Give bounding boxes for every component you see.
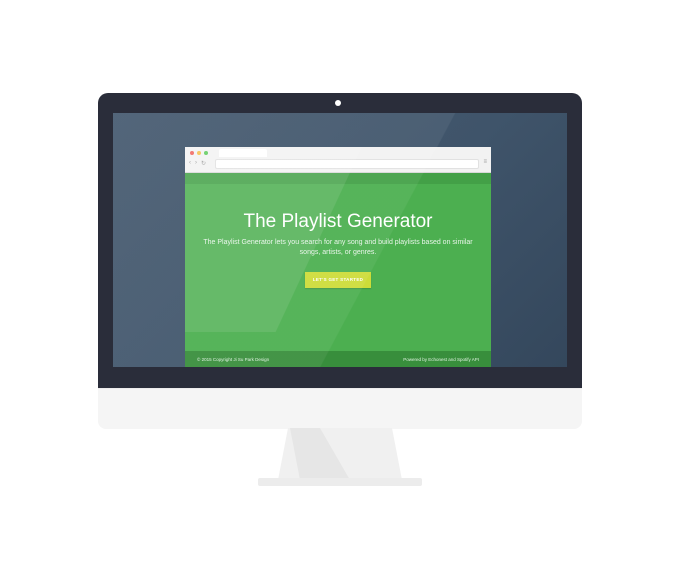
window-controls: [190, 151, 208, 155]
minimize-dot-icon[interactable]: [197, 151, 201, 155]
hero-section: The Playlist Generator The Playlist Gene…: [185, 184, 491, 358]
browser-nav: ‹ › ↻: [189, 160, 206, 167]
camera-icon: [335, 100, 341, 106]
monitor-stand-base: [258, 478, 422, 486]
browser-tab[interactable]: [219, 149, 267, 157]
page-description: The Playlist Generator lets you search f…: [203, 239, 473, 256]
zoom-dot-icon[interactable]: [204, 151, 208, 155]
browser-window: ‹ › ↻ ≡ The Playlist Generator The Playl…: [185, 147, 491, 367]
forward-arrow-icon[interactable]: ›: [195, 160, 197, 167]
back-arrow-icon[interactable]: ‹: [189, 160, 191, 167]
get-started-button[interactable]: LET'S GET STARTED: [305, 272, 371, 288]
reload-icon[interactable]: ↻: [201, 160, 206, 167]
close-dot-icon[interactable]: [190, 151, 194, 155]
browser-chrome: ‹ › ↻ ≡: [185, 147, 491, 173]
monitor-chin: [98, 388, 582, 429]
site-header-bar: [185, 173, 491, 184]
copyright-text: © 2015 Copyright Ji Su Park Design: [197, 357, 270, 362]
site-footer: © 2015 Copyright Ji Su Park Design Power…: [185, 351, 491, 367]
address-bar[interactable]: [215, 159, 479, 169]
powered-by-text: Powered by Echonest and Spotify API: [403, 357, 479, 362]
page-title: The Playlist Generator: [243, 211, 433, 232]
monitor-screen: ‹ › ↻ ≡ The Playlist Generator The Playl…: [113, 113, 567, 367]
monitor: ‹ › ↻ ≡ The Playlist Generator The Playl…: [98, 93, 582, 388]
browser-menu-icon[interactable]: ≡: [483, 159, 487, 165]
